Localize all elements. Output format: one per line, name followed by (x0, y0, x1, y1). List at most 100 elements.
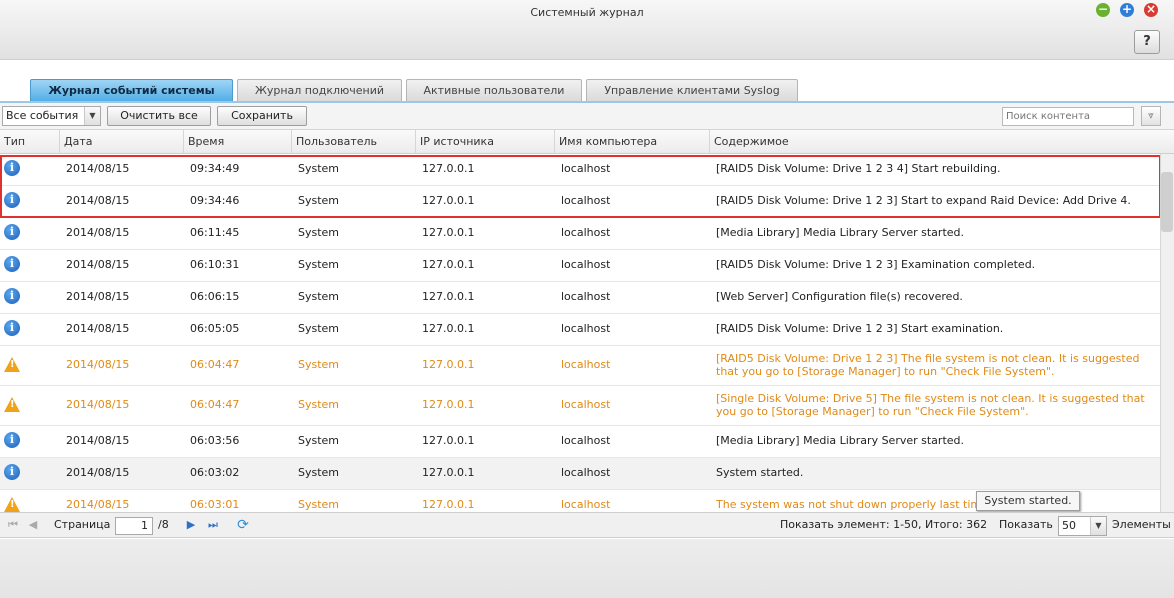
cell-ip: 127.0.0.1 (422, 498, 475, 511)
cell-time: 06:03:01 (190, 498, 240, 511)
refresh-icon[interactable]: ⟳ (236, 518, 250, 532)
cell-host: localhost (561, 322, 611, 335)
cell-time: 06:03:56 (190, 434, 240, 447)
warning-icon: ! (4, 497, 20, 512)
tab-system-events[interactable]: Журнал событий системы (30, 79, 233, 101)
cell-time: 06:04:47 (190, 358, 240, 371)
cell-ip: 127.0.0.1 (422, 290, 475, 303)
cell-content: [Media Library] Media Library Server sta… (716, 226, 965, 239)
expand-search-icon[interactable]: ⩔ (1141, 106, 1161, 126)
column-time[interactable]: Время (184, 130, 292, 154)
table-row[interactable]: i 2014/08/15 06:10:31 System 127.0.0.1 localh… (0, 250, 1160, 282)
column-date[interactable]: Дата (60, 130, 184, 154)
maximize-icon[interactable]: + (1120, 3, 1134, 17)
cell-user: System (298, 258, 340, 271)
table-header: Тип Дата Время Пользователь IP источника… (0, 130, 1174, 154)
cell-ip: 127.0.0.1 (422, 398, 475, 411)
per-page-select[interactable]: 50 ▼ (1058, 516, 1107, 536)
cell-host: localhost (561, 290, 611, 303)
cell-content: The system was not shut down properly la… (716, 498, 992, 511)
table-row[interactable]: ! 2014/08/15 06:04:47 System 127.0.0.1 localh… (0, 346, 1160, 386)
info-icon: i (4, 288, 20, 304)
window-footer (0, 539, 1174, 598)
help-button[interactable]: ? (1134, 30, 1160, 54)
table-row[interactable]: i 2014/08/15 06:11:45 System 127.0.0.1 localh… (0, 218, 1160, 250)
cell-ip: 127.0.0.1 (422, 322, 475, 335)
column-user[interactable]: Пользователь (292, 130, 416, 154)
cell-time: 06:06:15 (190, 290, 240, 303)
previous-page-icon[interactable]: ◀ (26, 518, 40, 532)
show-label: Показать (999, 518, 1053, 531)
warning-icon: ! (4, 397, 20, 412)
column-computer-name[interactable]: Имя компьютера (555, 130, 710, 154)
cell-date: 2014/08/15 (66, 226, 130, 239)
window-title: Системный журнал (530, 6, 644, 19)
chevron-down-icon[interactable]: ▼ (84, 107, 100, 125)
page-label: Страница (54, 518, 111, 531)
cell-content: [Single Disk Volume: Drive 5] The file s… (716, 392, 1145, 418)
cell-ip: 127.0.0.1 (422, 358, 475, 371)
cell-content: System started. (716, 466, 804, 479)
cell-user: System (298, 398, 340, 411)
cell-host: localhost (561, 226, 611, 239)
scrollbar-thumb[interactable] (1161, 172, 1173, 232)
cell-date: 2014/08/15 (66, 290, 130, 303)
highlight-box (0, 155, 1161, 218)
cell-time: 06:04:47 (190, 398, 240, 411)
table-row[interactable]: i 2014/08/15 06:05:05 System 127.0.0.1 localh… (0, 314, 1160, 346)
cell-user: System (298, 358, 340, 371)
search-input[interactable] (1002, 107, 1134, 126)
cell-host: localhost (561, 466, 611, 479)
table-row[interactable]: i 2014/08/15 06:03:56 System 127.0.0.1 localh… (0, 426, 1160, 458)
warning-icon: ! (4, 357, 20, 372)
cell-date: 2014/08/15 (66, 466, 130, 479)
event-filter-select[interactable]: Все события ▼ (2, 106, 101, 126)
cell-host: localhost (561, 398, 611, 411)
cell-date: 2014/08/15 (66, 398, 130, 411)
cell-date: 2014/08/15 (66, 322, 130, 335)
info-icon: i (4, 224, 20, 240)
page-number-input[interactable]: 1 (115, 517, 153, 535)
info-icon: i (4, 256, 20, 272)
column-content[interactable]: Содержимое (710, 130, 1174, 154)
info-icon: i (4, 432, 20, 448)
column-type[interactable]: Тип (0, 130, 60, 154)
cell-user: System (298, 322, 340, 335)
cell-ip: 127.0.0.1 (422, 258, 475, 271)
items-label: Элементы (1112, 518, 1171, 531)
table-row[interactable]: ! 2014/08/15 06:04:47 System 127.0.0.1 localh… (0, 386, 1160, 426)
cell-date: 2014/08/15 (66, 434, 130, 447)
cell-content: [Web Server] Configuration file(s) recov… (716, 290, 963, 303)
cell-host: localhost (561, 498, 611, 511)
tab-active-users[interactable]: Активные пользователи (406, 79, 582, 101)
tab-syslog-clients[interactable]: Управление клиентами Syslog (586, 79, 798, 101)
event-filter-value: Все события (6, 109, 79, 122)
close-icon[interactable]: × (1144, 3, 1158, 17)
first-page-icon[interactable]: ⏮ (6, 518, 20, 532)
cell-time: 06:11:45 (190, 226, 240, 239)
cell-content: [Media Library] Media Library Server sta… (716, 434, 965, 447)
cell-ip: 127.0.0.1 (422, 226, 475, 239)
cell-content: [RAID5 Disk Volume: Drive 1 2 3] Examina… (716, 258, 1036, 271)
minimize-icon[interactable]: − (1096, 3, 1110, 17)
tab-connections[interactable]: Журнал подключений (237, 79, 402, 101)
tooltip: System started. (976, 491, 1080, 511)
cell-time: 06:05:05 (190, 322, 240, 335)
column-source-ip[interactable]: IP источника (416, 130, 555, 154)
cell-content: [RAID5 Disk Volume: Drive 1 2 3] Start e… (716, 322, 1004, 335)
next-page-icon[interactable]: ▶ (184, 518, 198, 532)
cell-date: 2014/08/15 (66, 258, 130, 271)
save-button[interactable]: Сохранить (217, 106, 307, 126)
cell-host: localhost (561, 258, 611, 271)
cell-user: System (298, 466, 340, 479)
cell-date: 2014/08/15 (66, 358, 130, 371)
last-page-icon[interactable]: ⏭ (206, 518, 220, 532)
chevron-down-icon[interactable]: ▼ (1090, 517, 1106, 535)
cell-content: [RAID5 Disk Volume: Drive 1 2 3] The fil… (716, 352, 1140, 378)
table-row[interactable]: i 2014/08/15 06:06:15 System 127.0.0.1 localh… (0, 282, 1160, 314)
cell-time: 06:03:02 (190, 466, 240, 479)
table-row[interactable]: i 2014/08/15 06:03:02 System 127.0.0.1 localh… (0, 458, 1160, 490)
info-icon: i (4, 320, 20, 336)
cell-host: localhost (561, 434, 611, 447)
clear-all-button[interactable]: Очистить все (107, 106, 211, 126)
